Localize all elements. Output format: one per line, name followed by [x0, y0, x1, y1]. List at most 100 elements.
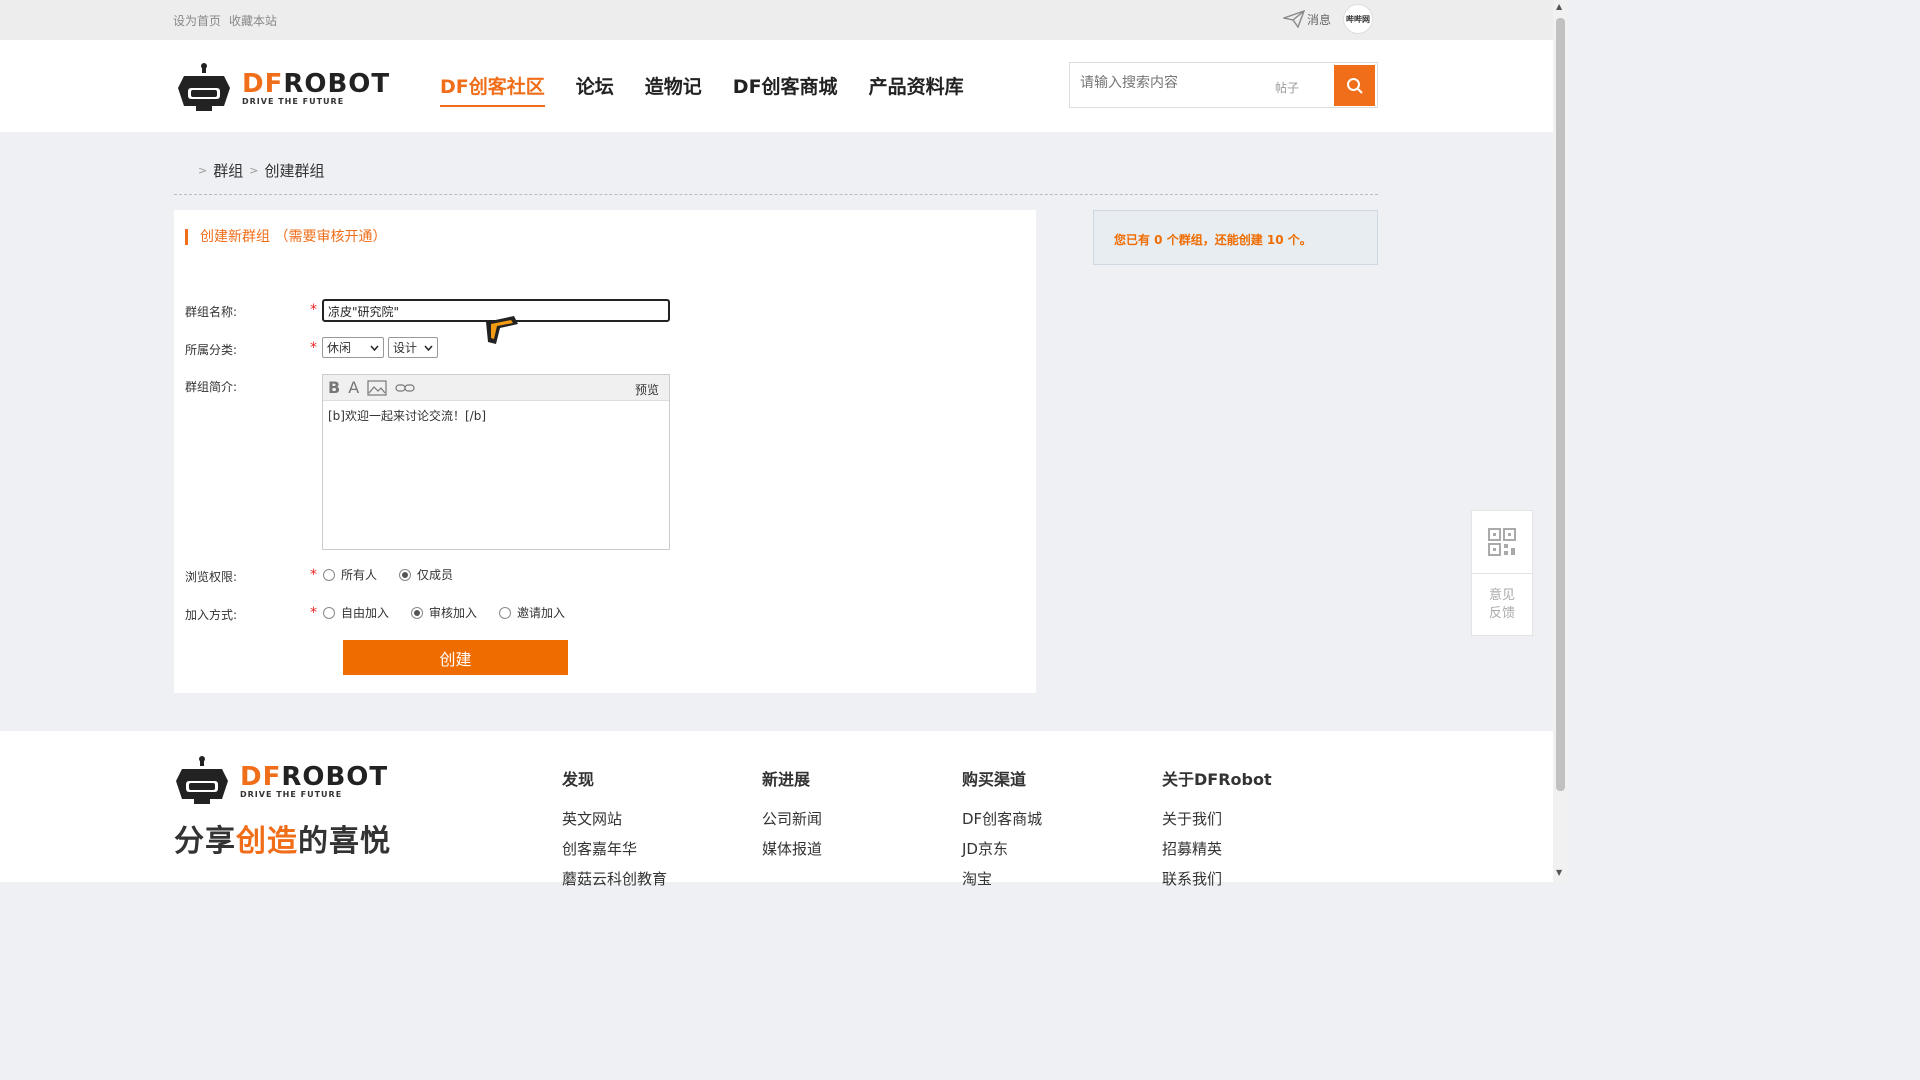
footer-col-about: 关于DFRobot 关于我们 招募精英 联系我们 — [1162, 766, 1272, 898]
footer-link[interactable]: 公司新闻 — [762, 808, 822, 828]
radio-circle[interactable] — [323, 568, 335, 581]
brand-robot: ROBOT — [283, 68, 391, 99]
footer: DFROBOT DRIVE THE FUTURE 分享创造的喜悦 发现 英文网站… — [0, 731, 1553, 888]
breadcrumb: > 群组 > 创建群组 — [198, 160, 324, 181]
search-icon — [1346, 77, 1363, 94]
top-bar: 设为首页 收藏本站 消息 哔哔网 — [0, 0, 1553, 40]
category-label: 所属分类: — [185, 343, 238, 357]
footer-link[interactable]: JD京东 — [962, 838, 1042, 858]
radio-circle[interactable] — [411, 606, 424, 619]
form-title: 创建新群组 （需要审核开通） — [185, 229, 386, 245]
main-nav: DF创客社区 论坛 造物记 DF创客商城 产品资料库 — [440, 72, 964, 107]
category-sub-value: 设计 — [393, 341, 418, 355]
join-review-radio[interactable]: 审核加入 — [411, 604, 477, 621]
avatar[interactable]: 哔哔网 — [1343, 4, 1373, 34]
brand-df: DF — [242, 68, 284, 99]
radio-label: 自由加入 — [341, 606, 390, 620]
footer-heading: 发现 — [562, 770, 595, 789]
chevron-down-icon — [424, 345, 433, 351]
footer-col-channels: 购买渠道 DF创客商城 JD京东 淘宝 — [962, 766, 1042, 898]
editor-toolbar: B A 预览 — [323, 375, 669, 401]
view-everyone-radio[interactable]: 所有人 — [323, 566, 377, 583]
nav-store[interactable]: DF创客商城 — [733, 72, 838, 107]
category-main-value: 休闲 — [327, 341, 352, 355]
footer-logo[interactable]: DFROBOT DRIVE THE FUTURE — [174, 755, 388, 807]
footer-link[interactable]: 招募精英 — [1162, 838, 1272, 858]
view-members-radio[interactable]: 仅成员 — [399, 566, 453, 583]
messages-link[interactable]: 消息 — [1283, 10, 1331, 28]
footer-link[interactable]: 蘑菇云科创教育 — [562, 868, 667, 888]
required-mark: * — [310, 302, 317, 318]
radio-circle[interactable] — [499, 606, 512, 619]
scrollbar[interactable]: ▲ ▼ — [1553, 0, 1568, 882]
chevron-down-icon — [370, 345, 379, 351]
link-icon[interactable] — [395, 383, 415, 393]
footer-slogan: 分享创造的喜悦 — [174, 816, 391, 860]
intro-label: 群组简介: — [185, 380, 238, 394]
slogan-part: 的喜悦 — [298, 824, 391, 859]
dfrobot-logo[interactable]: DFROBOT DRIVE THE FUTURE — [176, 62, 390, 114]
footer-heading: 关于DFRobot — [1162, 770, 1272, 789]
radio-circle[interactable] — [323, 606, 335, 619]
feedback-line1: 意见 — [1488, 588, 1515, 603]
header: DFROBOT DRIVE THE FUTURE DF创客社区 论坛 造物记 D… — [0, 40, 1553, 132]
scroll-up-icon[interactable]: ▲ — [1556, 2, 1562, 11]
messages-label: 消息 — [1307, 12, 1332, 27]
preview-button[interactable]: 预览 — [635, 381, 659, 398]
category-sub-select[interactable]: 设计 — [388, 337, 438, 358]
top-links: 设为首页 收藏本站 — [173, 12, 277, 29]
join-free-radio[interactable]: 自由加入 — [323, 604, 389, 621]
footer-link[interactable]: 关于我们 — [1162, 808, 1272, 828]
footer-link[interactable]: 淘宝 — [962, 868, 1042, 888]
feedback-button[interactable]: 意见 反馈 — [1472, 574, 1532, 636]
robot-logo-icon — [178, 63, 230, 111]
nav-forum[interactable]: 论坛 — [576, 72, 614, 107]
breadcrumb-create-group: 创建群组 — [264, 162, 325, 180]
scroll-down-icon[interactable]: ▼ — [1556, 868, 1562, 877]
required-mark: * — [310, 340, 317, 356]
create-button[interactable]: 创建 — [343, 640, 568, 675]
image-icon[interactable] — [367, 379, 387, 396]
group-quota-info: 您已有 0 个群组，还能创建 10 个。 — [1093, 210, 1378, 265]
chevron-right-icon: > — [249, 164, 259, 177]
bookmark-link[interactable]: 收藏本站 — [229, 12, 277, 29]
join-method-label: 加入方式: — [185, 608, 238, 622]
view-permission-label: 浏览权限: — [185, 570, 238, 584]
footer-link[interactable]: 联系我们 — [1162, 868, 1272, 888]
set-home-link[interactable]: 设为首页 — [173, 12, 221, 29]
breadcrumb-groups[interactable]: 群组 — [213, 160, 243, 181]
slogan-highlight: 创造 — [236, 824, 298, 859]
search-input[interactable] — [1080, 75, 1260, 91]
intro-textarea[interactable]: [b]欢迎一起来讨论交流！[/b] — [323, 401, 669, 430]
robot-logo-icon — [176, 756, 228, 804]
nav-makelog[interactable]: 造物记 — [645, 72, 702, 107]
font-size-icon[interactable]: A — [348, 378, 359, 397]
footer-col-news: 新进展 公司新闻 媒体报道 — [762, 766, 822, 868]
scrollbar-thumb[interactable] — [1556, 18, 1565, 791]
search-button[interactable] — [1334, 65, 1375, 106]
bold-icon[interactable]: B — [328, 378, 340, 397]
brand-df: DF — [240, 761, 282, 792]
qr-code-button[interactable] — [1472, 511, 1532, 574]
nav-docs[interactable]: 产品资料库 — [869, 72, 964, 107]
footer-col-discover: 发现 英文网站 创客嘉年华 蘑菇云科创教育 — [562, 766, 667, 898]
footer-heading: 新进展 — [762, 770, 811, 789]
required-mark: * — [310, 605, 317, 621]
search-scope[interactable]: 帖子 — [1275, 79, 1299, 96]
divider — [174, 194, 1378, 195]
nav-community[interactable]: DF创客社区 — [440, 72, 545, 107]
radio-circle[interactable] — [399, 568, 412, 581]
join-invite-radio[interactable]: 邀请加入 — [499, 604, 565, 621]
footer-link[interactable]: 媒体报道 — [762, 838, 822, 858]
slogan-part: 分享 — [174, 824, 236, 859]
radio-label: 所有人 — [341, 568, 378, 582]
feedback-line2: 反馈 — [1488, 606, 1515, 621]
footer-link[interactable]: 英文网站 — [562, 808, 667, 828]
floating-panel: 意见 反馈 — [1471, 510, 1533, 636]
footer-link[interactable]: DF创客商城 — [962, 808, 1042, 828]
qr-code-icon — [1488, 528, 1516, 556]
category-main-select[interactable]: 休闲 — [322, 337, 384, 358]
footer-link[interactable]: 创客嘉年华 — [562, 838, 667, 858]
intro-editor: B A 预览 [b]欢迎一起来讨论交流！[/b] — [322, 374, 670, 550]
radio-label: 审核加入 — [429, 606, 478, 620]
